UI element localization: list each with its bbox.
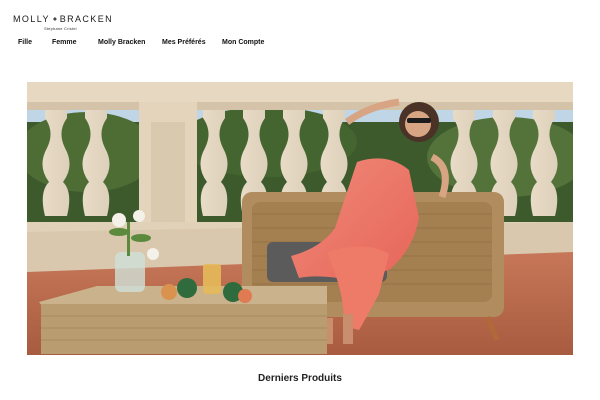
brand-name-right: BRACKEN	[59, 14, 113, 24]
site-header: MOLLY BRACKEN Stéphane Cristel Fille Fem…	[0, 0, 600, 60]
hero-banner[interactable]	[27, 82, 573, 355]
latest-products-title: Derniers Produits	[258, 373, 342, 384]
brand-name-left: MOLLY	[13, 14, 50, 24]
nav-item-mon-compte[interactable]: Mon Compte	[222, 39, 282, 46]
nav-item-molly-bracken[interactable]: Molly Bracken	[98, 39, 162, 46]
main-nav: Fille Femme Molly Bracken Mes Préférés M…	[18, 39, 282, 46]
flower-icon	[53, 17, 57, 21]
nav-item-mes-preferes[interactable]: Mes Préférés	[162, 39, 222, 46]
nav-item-femme[interactable]: Femme	[52, 39, 98, 46]
nav-item-fille[interactable]: Fille	[18, 39, 52, 46]
brand-tagline: Stéphane Cristel	[44, 26, 77, 31]
brand-wordmark: MOLLY BRACKEN	[13, 14, 113, 24]
hero-image	[27, 82, 573, 355]
brand-logo[interactable]: MOLLY BRACKEN Stéphane Cristel	[13, 14, 113, 34]
